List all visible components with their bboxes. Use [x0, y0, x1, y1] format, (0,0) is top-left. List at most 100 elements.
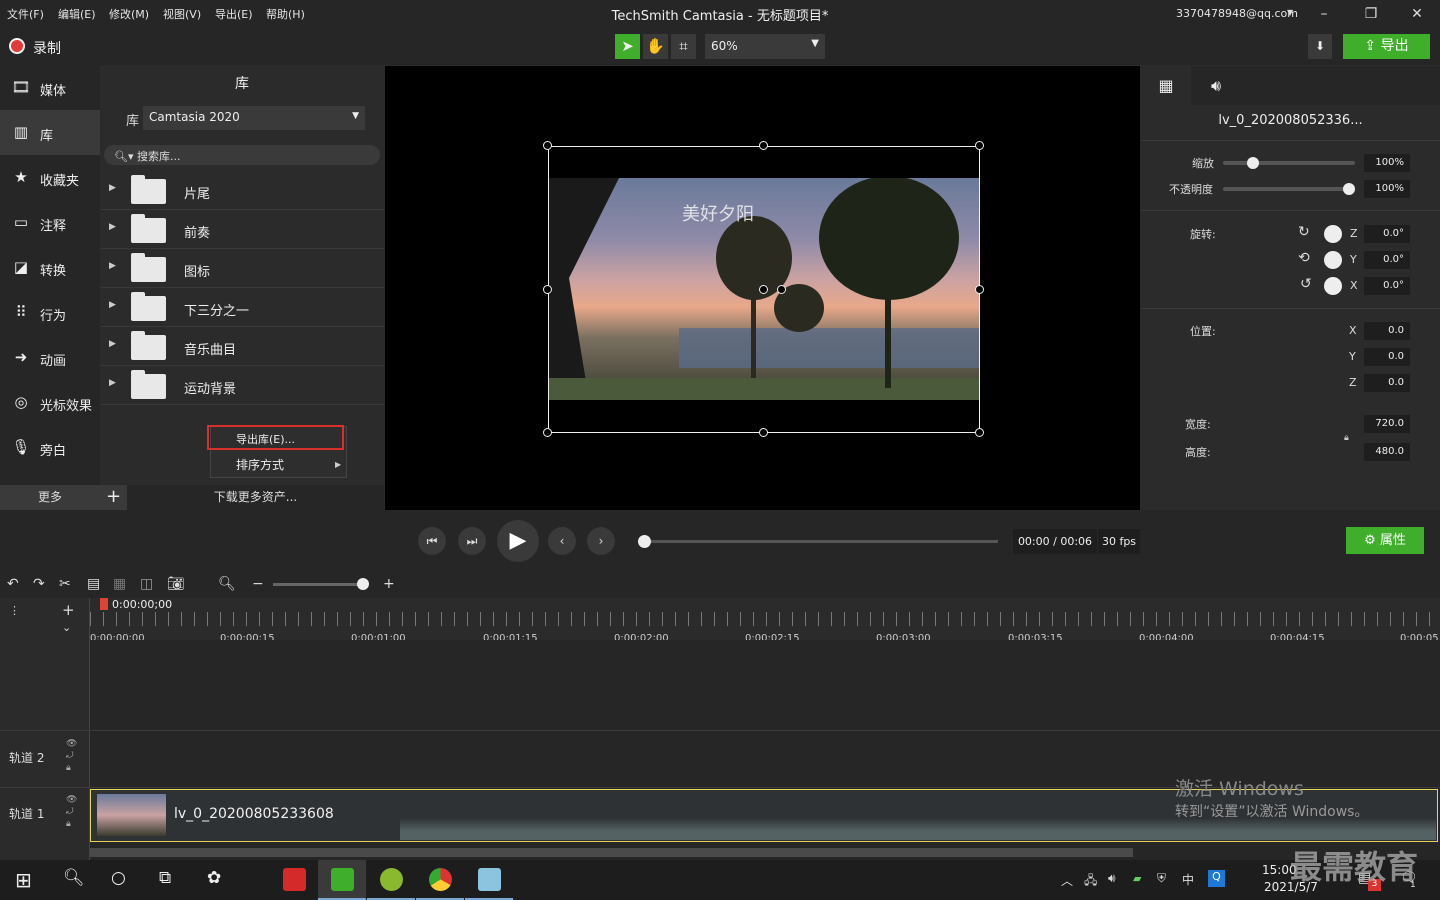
scale-field[interactable]: 100% [1364, 154, 1410, 172]
download-more-assets-link[interactable]: 下载更多资产... [127, 485, 384, 510]
library-folder[interactable]: ▶ 下三分之一 [100, 288, 384, 327]
minimize-button[interactable]: – [1310, 4, 1338, 24]
search-icon[interactable]: 🔍︎ [63, 868, 85, 888]
opacity-slider-handle[interactable] [1343, 183, 1355, 195]
volume-icon[interactable]: 🔊︎ [1108, 871, 1116, 886]
expand-icon[interactable]: ▶ [109, 339, 116, 349]
qq-icon[interactable]: Q [1208, 870, 1225, 887]
record-button[interactable]: 录制 [33, 38, 61, 58]
position-z-field[interactable]: 0.0 [1364, 374, 1410, 392]
cut-icon[interactable]: ✂ [59, 576, 71, 592]
playhead[interactable] [100, 598, 108, 610]
library-select[interactable]: Camtasia 2020 ▼ [143, 106, 365, 130]
properties-button[interactable]: ⚙ 属性 [1346, 527, 1424, 554]
visual-properties-tab-icon[interactable]: ▦ [1141, 66, 1191, 105]
expand-icon[interactable]: ▶ [109, 222, 116, 232]
scrub-handle[interactable] [638, 535, 651, 548]
zoom-search-icon[interactable]: 🔍︎ [218, 576, 236, 592]
scale-slider-handle[interactable] [1247, 157, 1259, 169]
nav-transitions[interactable]: ◪ 转换 [0, 245, 100, 290]
rotation-z-dial[interactable] [1324, 225, 1342, 243]
download-icon[interactable]: ⬇ [1308, 34, 1332, 59]
add-track-icon[interactable]: + [62, 601, 75, 619]
notepad-app-icon[interactable] [465, 860, 513, 900]
timeline-zoom-slider[interactable] [273, 583, 368, 586]
network-icon[interactable]: 🖧 [1084, 871, 1097, 892]
nav-favorites[interactable]: ★ 收藏夹 [0, 155, 100, 200]
export-button[interactable]: ⇪ 导出 [1343, 34, 1430, 59]
nvidia-icon[interactable]: ▰ [1133, 872, 1141, 885]
library-folder[interactable]: ▶ 运动背景 [100, 366, 384, 405]
step-back-icon[interactable]: ⏮ [418, 527, 446, 555]
nav-animations[interactable]: ➜ 动画 [0, 335, 100, 380]
resize-handle[interactable] [543, 141, 552, 150]
track-height-slider-icon[interactable]: ⋮ [9, 604, 20, 617]
rotation-x-field[interactable]: 0.0° [1364, 277, 1410, 295]
wps-app-icon[interactable] [270, 860, 318, 900]
rotation-x-dial[interactable] [1324, 277, 1342, 295]
task-view-icon[interactable]: ⧉ [159, 868, 171, 888]
crop-tool-icon[interactable]: ⌗ [671, 34, 696, 59]
scale-slider[interactable] [1223, 161, 1355, 165]
camtasia-app-icon[interactable] [318, 860, 366, 900]
lock-icon[interactable]: 🔒︎ [1344, 433, 1349, 443]
expand-icon[interactable]: ▶ [109, 183, 116, 193]
paste-icon[interactable]: ▦ [113, 576, 126, 592]
zoom-out-icon[interactable]: − [252, 576, 264, 592]
previous-icon[interactable]: ‹ [548, 527, 576, 555]
tray-expand-icon[interactable]: ︿ [1061, 872, 1073, 889]
resize-handle[interactable] [975, 141, 984, 150]
scrub-bar[interactable] [641, 540, 998, 543]
rotation-y-dial[interactable] [1324, 251, 1342, 269]
opacity-field[interactable]: 100% [1364, 180, 1410, 198]
track-2-label[interactable]: 轨道 2 [9, 749, 44, 766]
more-button[interactable]: 更多 [0, 485, 100, 510]
expand-icon[interactable]: ▶ [109, 300, 116, 310]
nav-library[interactable]: ▥ 库 [0, 110, 100, 155]
redo-icon[interactable]: ↷ [33, 576, 45, 592]
security-icon[interactable]: ⛨ [1157, 871, 1166, 886]
select-tool-icon[interactable]: ➤ [615, 34, 640, 59]
pinwheel-app-icon[interactable]: ✿ [207, 868, 221, 888]
copy-icon[interactable]: ▤ [87, 576, 100, 592]
cortana-icon[interactable]: ○ [111, 868, 126, 888]
library-folder[interactable]: ▶ 片尾 [100, 171, 384, 210]
resize-handle[interactable] [975, 285, 984, 294]
next-icon[interactable]: › [587, 527, 615, 555]
resize-handle[interactable] [759, 428, 768, 437]
ime-icon[interactable]: 中 [1182, 871, 1194, 888]
height-field[interactable]: 480.0 [1364, 443, 1410, 461]
library-folder[interactable]: ▶ 音乐曲目 [100, 327, 384, 366]
play-icon[interactable]: ▶ [497, 520, 539, 562]
nav-behaviors[interactable]: ⠿ 行为 [0, 290, 100, 335]
track-1-controls-icon[interactable]: 👁 ⤾ 🔒︎ [66, 794, 77, 830]
menu-item-export-library[interactable]: 导出库(E)... [207, 425, 344, 450]
timeline-zoom-handle[interactable] [357, 578, 369, 590]
nav-media[interactable]: 🎞 媒体 [0, 65, 100, 110]
rotation-z-field[interactable]: 0.0° [1364, 225, 1410, 243]
chevron-down-icon[interactable]: ▼ [1287, 8, 1293, 17]
resize-handle[interactable] [543, 428, 552, 437]
nav-annotations[interactable]: ▭ 注释 [0, 200, 100, 245]
windows-start-icon[interactable]: ⊞ [15, 868, 32, 892]
zoom-select[interactable]: 60% ▼ [705, 34, 825, 59]
opacity-slider[interactable] [1223, 187, 1355, 191]
menu-item-sort-by[interactable]: 排序方式 [236, 456, 284, 473]
close-button[interactable]: ✕ [1403, 4, 1431, 24]
track-2-controls-icon[interactable]: 👁 ⤾ 🔒︎ [66, 738, 77, 774]
rotate-handle[interactable] [777, 285, 786, 294]
snapshot-icon[interactable]: 📷︎ [167, 576, 185, 592]
zoom-in-icon[interactable]: + [383, 576, 395, 592]
library-folder[interactable]: ▶ 图标 [100, 249, 384, 288]
library-search-input[interactable]: 🔍︎▾ 搜索库... [104, 145, 380, 165]
expand-icon[interactable]: ▶ [109, 261, 116, 271]
record-icon[interactable] [9, 38, 25, 54]
collapse-tracks-icon[interactable]: ⌄ [62, 621, 71, 634]
undo-icon[interactable]: ↶ [7, 576, 19, 592]
library-folder[interactable]: ▶ 前奏 [100, 210, 384, 249]
nav-cursor-effects[interactable]: ◎ 光标效果 [0, 380, 100, 425]
position-y-field[interactable]: 0.0 [1364, 348, 1410, 366]
position-x-field[interactable]: 0.0 [1364, 322, 1410, 340]
chrome-icon[interactable] [416, 860, 464, 900]
resize-handle[interactable] [759, 141, 768, 150]
